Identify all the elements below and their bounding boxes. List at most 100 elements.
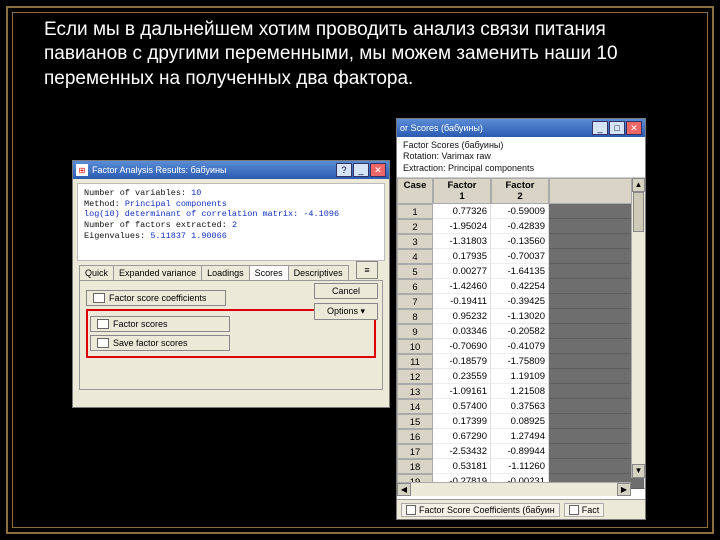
scores-grid: CaseFactor1Factor2 10.77326-0.59009 2-1.95…	[397, 178, 645, 496]
sheet-icon	[569, 505, 579, 515]
cell-f1[interactable]: 0.67290	[433, 429, 491, 444]
cell-f2[interactable]: -0.89944	[491, 444, 549, 459]
cell-f1[interactable]: 0.03346	[433, 324, 491, 339]
tab-quick[interactable]: Quick	[79, 265, 114, 280]
row-header[interactable]: 7	[397, 294, 433, 309]
scroll-down-icon[interactable]: ▼	[632, 464, 645, 478]
row-header[interactable]: 8	[397, 309, 433, 324]
factor-score-coef-button[interactable]: Factor score coefficients	[86, 290, 226, 306]
cell-f2[interactable]: 0.08925	[491, 414, 549, 429]
cell-f2[interactable]: -0.20582	[491, 324, 549, 339]
cell-f2[interactable]: -1.64135	[491, 264, 549, 279]
cell-f2[interactable]: -0.42839	[491, 219, 549, 234]
row-header[interactable]: 6	[397, 279, 433, 294]
options-button[interactable]: Options ▾	[314, 303, 378, 320]
save-factor-scores-button[interactable]: Save factor scores	[90, 335, 230, 351]
row-header[interactable]: 18	[397, 459, 433, 474]
vertical-scrollbar[interactable]: ▲ ▼	[631, 178, 645, 478]
scroll-right-icon[interactable]: ▶	[617, 483, 631, 496]
factor-scores-window: or Scores (бабуины) _ □ ✕ Factor Scores …	[396, 118, 646, 520]
cell-f1[interactable]: 0.23559	[433, 369, 491, 384]
row-header[interactable]: 16	[397, 429, 433, 444]
row-header[interactable]: 11	[397, 354, 433, 369]
sheet-icon	[406, 505, 416, 515]
status-coef-tab[interactable]: Factor Score Coefficients (бабуин	[401, 503, 560, 517]
dialog1-title: Factor Analysis Results: бабуины	[92, 165, 226, 175]
cell-f1[interactable]: 0.00277	[433, 264, 491, 279]
cell-f1[interactable]: 0.17399	[433, 414, 491, 429]
grid-icon	[93, 293, 105, 303]
horizontal-scrollbar[interactable]: ◀ ▶	[397, 482, 631, 496]
cell-f2[interactable]: -0.70037	[491, 249, 549, 264]
row-header[interactable]: 13	[397, 384, 433, 399]
scroll-thumb[interactable]	[633, 192, 644, 232]
cell-f2[interactable]: -0.13560	[491, 234, 549, 249]
scroll-left-icon[interactable]: ◀	[397, 483, 411, 496]
cell-f1[interactable]: 0.57400	[433, 399, 491, 414]
cell-f1[interactable]: -0.70690	[433, 339, 491, 354]
factor-scores-button[interactable]: Factor scores	[90, 316, 230, 332]
cancel-button[interactable]: Cancel	[314, 283, 378, 299]
statusbar: Factor Score Coefficients (бабуин Fact	[397, 499, 645, 519]
cell-f2[interactable]: -1.11260	[491, 459, 549, 474]
col-header-factor2[interactable]: Factor2	[491, 178, 549, 204]
cell-f2[interactable]: 0.37563	[491, 399, 549, 414]
row-header[interactable]: 5	[397, 264, 433, 279]
cell-f1[interactable]: 0.77326	[433, 204, 491, 219]
cell-f2[interactable]: -0.41079	[491, 339, 549, 354]
close-button[interactable]: ✕	[370, 163, 386, 177]
factor-analysis-dialog: ⊞ Factor Analysis Results: бабуины ? _ ✕…	[72, 160, 390, 408]
row-header[interactable]: 4	[397, 249, 433, 264]
cell-f2[interactable]: 1.21508	[491, 384, 549, 399]
close-button[interactable]: ✕	[626, 121, 642, 135]
col-header-case[interactable]: Case	[397, 178, 433, 204]
cell-f1[interactable]: -0.18579	[433, 354, 491, 369]
summary-button[interactable]: ≡	[356, 261, 378, 279]
cell-f1[interactable]: 0.17935	[433, 249, 491, 264]
status-fac-tab[interactable]: Fact	[564, 503, 605, 517]
cell-f2[interactable]: -1.75809	[491, 354, 549, 369]
scroll-up-icon[interactable]: ▲	[632, 178, 645, 192]
dialog1-info: Number of variables: 10 Method: Principa…	[77, 183, 385, 261]
tab-scores[interactable]: Scores	[249, 265, 289, 280]
dialog1-titlebar[interactable]: ⊞ Factor Analysis Results: бабуины ? _ ✕	[73, 161, 389, 179]
slide-text: Если мы в дальнейшем хотим проводить ана…	[44, 18, 690, 91]
cell-f1[interactable]: -2.53432	[433, 444, 491, 459]
row-header[interactable]: 9	[397, 324, 433, 339]
cell-f1[interactable]: -1.42460	[433, 279, 491, 294]
cell-f1[interactable]: 0.53181	[433, 459, 491, 474]
cell-f2[interactable]: -0.39425	[491, 294, 549, 309]
row-header[interactable]: 2	[397, 219, 433, 234]
tab-loadings[interactable]: Loadings	[201, 265, 250, 280]
cell-f1[interactable]: 0.95232	[433, 309, 491, 324]
row-header[interactable]: 12	[397, 369, 433, 384]
row-header[interactable]: 14	[397, 399, 433, 414]
row-header[interactable]: 17	[397, 444, 433, 459]
cell-f1[interactable]: -0.19411	[433, 294, 491, 309]
cell-f2[interactable]: 0.42254	[491, 279, 549, 294]
cell-f2[interactable]: -1.13020	[491, 309, 549, 324]
cell-f1[interactable]: -1.95024	[433, 219, 491, 234]
row-header[interactable]: 15	[397, 414, 433, 429]
cell-f2[interactable]: -0.59009	[491, 204, 549, 219]
save-icon	[97, 338, 109, 348]
help-button[interactable]: ?	[336, 163, 352, 177]
minimize-button[interactable]: _	[353, 163, 369, 177]
cell-f2[interactable]: 1.27494	[491, 429, 549, 444]
cell-f1[interactable]: -1.31803	[433, 234, 491, 249]
maximize-button[interactable]: □	[609, 121, 625, 135]
cell-f2[interactable]: 1.19109	[491, 369, 549, 384]
tab-expanded-variance[interactable]: Expanded variance	[113, 265, 202, 280]
grid-icon	[97, 319, 109, 329]
app-icon: ⊞	[76, 164, 88, 176]
row-header[interactable]: 1	[397, 204, 433, 219]
dialog2-header: Factor Scores (бабуины) Rotation: Varima…	[397, 137, 645, 178]
minimize-button[interactable]: _	[592, 121, 608, 135]
dialog2-titlebar[interactable]: or Scores (бабуины) _ □ ✕	[397, 119, 645, 137]
row-header[interactable]: 3	[397, 234, 433, 249]
col-header-factor1[interactable]: Factor1	[433, 178, 491, 204]
row-header[interactable]: 10	[397, 339, 433, 354]
tab-panel-scores: ≡ Cancel Options ▾ Factor score coeffici…	[79, 280, 383, 390]
dialog2-title: or Scores (бабуины)	[400, 123, 483, 133]
cell-f1[interactable]: -1.09161	[433, 384, 491, 399]
